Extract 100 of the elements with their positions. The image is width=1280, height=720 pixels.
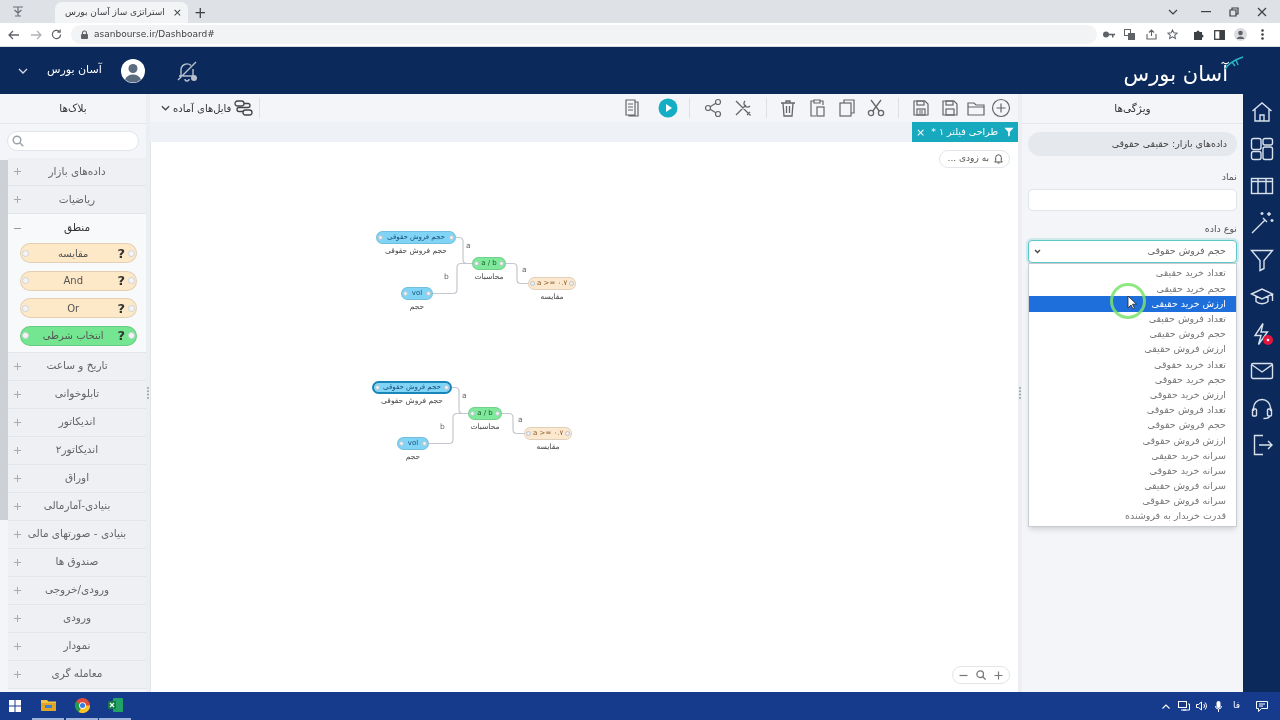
address-field[interactable]: asanbourse.ir/Dashboard# [71, 25, 1097, 44]
sidebar-icon[interactable] [1214, 29, 1225, 40]
add-circle-icon[interactable] [991, 98, 1011, 118]
run-icon[interactable] [658, 98, 678, 118]
dropdown-option[interactable]: سرانه خرید حقیقی [1029, 448, 1236, 464]
document-icon[interactable] [622, 98, 642, 118]
restore-icon[interactable] [1229, 6, 1239, 17]
dropdown-option[interactable]: ارزش خرید حقوقی [1029, 387, 1236, 403]
category-item[interactable]: منطق [8, 214, 146, 242]
dropdown-option[interactable]: تعداد فروش حقوقی [1029, 402, 1236, 418]
block-item[interactable]: مقایسه ? [20, 243, 137, 263]
document-tab[interactable]: × طراحی فیلتر ۱ * [911, 122, 1018, 142]
app-icon[interactable] [12, 5, 24, 17]
dropdown-option[interactable]: تعداد خرید حقیقی [1029, 266, 1236, 282]
cursor-icon [1110, 283, 1146, 319]
dropdown-option[interactable]: ارزش خرید حقیقی [1029, 296, 1236, 312]
close-button[interactable]: × [915, 126, 926, 138]
category-item[interactable]: ورودی [8, 604, 146, 633]
menu-dots-icon[interactable] [1261, 29, 1264, 40]
category-item[interactable]: بنیادی - صورتهای مالی [8, 520, 146, 549]
dropdown-option[interactable]: حجم خرید حقیقی [1029, 281, 1236, 297]
symbol-input[interactable] [1028, 189, 1237, 211]
help-button[interactable]: ? [117, 246, 125, 260]
chevron-up-icon[interactable] [1161, 703, 1170, 709]
dropdown-option[interactable]: تعداد فروش حقیقی [1029, 311, 1236, 327]
plus-icon [14, 446, 21, 454]
dashboard-icon[interactable] [1249, 137, 1274, 161]
magic-wand-icon[interactable] [1249, 211, 1274, 235]
category-item[interactable]: بنیادی-آمارمالی [8, 492, 146, 521]
language-indicator[interactable]: فا [1232, 699, 1240, 713]
splitter-handle[interactable] [147, 387, 149, 399]
back-arrow-icon[interactable] [8, 29, 20, 40]
dropdown-option[interactable]: قدرت خریدار به فروشنده [1029, 509, 1236, 525]
category-item[interactable]: صندوق ها [8, 548, 146, 577]
dropdown-option[interactable]: حجم فروش حقوقی [1029, 417, 1236, 434]
splitter-handle[interactable] [1019, 387, 1021, 399]
category-item[interactable]: تاریخ و ساعت [8, 352, 146, 381]
dropdown-option[interactable]: سرانه خرید حقوقی [1029, 463, 1236, 479]
microphone-icon[interactable] [1214, 700, 1222, 712]
notice-button[interactable]: به زودی ... [938, 150, 1010, 168]
help-button[interactable]: ? [117, 329, 125, 342]
translate-icon[interactable] [1124, 29, 1135, 40]
home-icon[interactable] [1249, 100, 1274, 124]
star-icon[interactable] [1167, 29, 1178, 40]
search-icon[interactable] [976, 670, 986, 680]
tools-icon[interactable] [733, 98, 753, 118]
port-icon [474, 261, 479, 266]
share-nodes-icon[interactable] [703, 98, 723, 118]
category-item[interactable]: اوراق [8, 464, 146, 493]
dropdown-option[interactable]: حجم خرید حقوقی [1029, 372, 1236, 388]
block-item[interactable]: Or ? [20, 298, 137, 318]
minimize-icon[interactable] [1201, 10, 1211, 13]
paste-icon[interactable] [807, 98, 827, 118]
dropdown-option[interactable]: حجم فروش حقیقی [1029, 326, 1236, 342]
share-icon[interactable] [1146, 29, 1157, 40]
scrollbar[interactable] [0, 160, 8, 520]
dropdown-option[interactable]: تعداد خرید حقوقی [1029, 357, 1236, 373]
block-item[interactable]: And ? [20, 270, 137, 291]
search-field[interactable] [7, 131, 139, 151]
scissors-icon[interactable] [866, 98, 886, 118]
browser-tab[interactable]: استراتژی ساز آسان بورس × [55, 2, 189, 23]
notification-icon[interactable] [1256, 700, 1268, 712]
category-item[interactable]: ورودی/خروجی [8, 576, 146, 605]
save-icon[interactable] [940, 98, 960, 118]
reload-icon[interactable] [51, 29, 62, 40]
windows-start-icon[interactable] [9, 700, 21, 712]
category-item[interactable]: نمودار [8, 632, 146, 661]
profile-icon[interactable] [1234, 28, 1247, 41]
speaker-icon[interactable] [1195, 701, 1207, 711]
chevron-down-icon[interactable] [1168, 8, 1178, 15]
headset-icon[interactable] [1249, 396, 1274, 420]
lock-icon[interactable] [81, 30, 88, 39]
category-item[interactable]: داده‌های بازار [8, 158, 146, 186]
user-name[interactable]: آسان بورس [47, 62, 102, 79]
dropdown-option[interactable]: سرانه فروش حقوقی [1029, 493, 1236, 509]
ready-files-dropdown[interactable]: فایل‌های آماده [161, 100, 254, 116]
avatar-icon[interactable] [120, 58, 145, 83]
category-item[interactable]: تابلوخوانی [8, 380, 146, 409]
dropdown-option[interactable]: ارزش فروش حقوقی [1029, 433, 1236, 449]
zoom-in-icon[interactable] [994, 670, 1003, 680]
category-item[interactable]: اندیکاتور [8, 408, 146, 437]
category-item[interactable]: اندیکاتور۲ [8, 436, 146, 465]
block-item[interactable]: انتخاب شرطی ? [20, 325, 137, 346]
close-tab-button[interactable]: × [172, 7, 183, 18]
data-type-select[interactable]: حجم فروش حقوقی [1028, 240, 1237, 263]
network-icon[interactable] [1177, 701, 1190, 711]
filter-icon[interactable] [1249, 248, 1274, 272]
new-tab-button[interactable]: + [194, 6, 207, 21]
category-item[interactable]: معامله گری [8, 660, 146, 689]
help-button[interactable]: ? [117, 301, 125, 315]
trash-icon[interactable] [778, 98, 798, 118]
dropdown-option[interactable]: ارزش فروش حقیقی [1029, 341, 1236, 358]
dropdown-option[interactable]: سرانه فروش حقیقی [1029, 478, 1236, 494]
puzzle-icon[interactable] [1193, 29, 1204, 40]
save-as-icon[interactable] [911, 98, 931, 118]
category-item[interactable]: ریاضیات [8, 186, 146, 214]
help-button[interactable]: ? [117, 274, 125, 287]
close-icon[interactable] [1257, 6, 1267, 17]
copy-icon[interactable] [837, 98, 857, 118]
key-icon[interactable] [1103, 31, 1115, 38]
